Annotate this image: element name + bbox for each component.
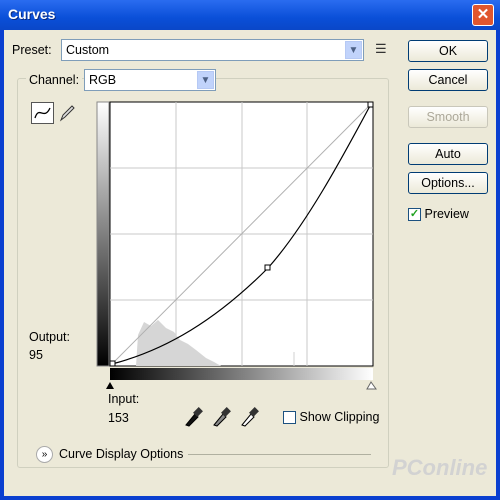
curve-icon	[34, 107, 51, 119]
preset-label: Preset:	[12, 43, 52, 57]
chevron-down-icon: ▼	[197, 71, 214, 89]
window-title: Curves	[8, 6, 56, 22]
auto-button[interactable]: Auto	[408, 143, 488, 165]
preview-checkbox[interactable]: ✓ Preview	[408, 207, 469, 222]
preset-value: Custom	[66, 43, 110, 57]
ok-button[interactable]: OK	[408, 40, 488, 62]
expand-chevron-icon[interactable]: »	[36, 446, 53, 463]
channel-value: RGB	[89, 73, 117, 87]
close-button[interactable]: ✕	[472, 4, 494, 26]
chevron-down-icon: ▼	[345, 41, 362, 59]
output-label: Output:	[29, 330, 70, 344]
black-point-slider[interactable]	[106, 382, 114, 389]
options-button[interactable]: Options...	[408, 172, 488, 194]
divider	[188, 454, 371, 455]
preset-menu-icon[interactable]: ☰	[375, 41, 387, 57]
pencil-icon[interactable]	[58, 103, 76, 123]
white-eyedropper-icon[interactable]	[241, 407, 259, 427]
input-label: Input:	[108, 392, 140, 406]
curve-point-white[interactable]	[367, 101, 374, 108]
output-value[interactable]: 95	[29, 348, 43, 362]
watermark-logo: PConline	[392, 455, 488, 480]
curves-graph[interactable]	[96, 100, 378, 392]
channel-label: Channel:	[26, 73, 83, 87]
curve-display-options-label[interactable]: Curve Display Options	[59, 447, 183, 461]
black-eyedropper-icon[interactable]	[185, 407, 203, 427]
curve-point-black[interactable]	[109, 360, 116, 367]
show-clipping-checkbox[interactable]: Show Clipping	[283, 410, 380, 425]
white-point-slider[interactable]	[366, 381, 377, 390]
preset-select[interactable]: Custom ▼	[61, 39, 364, 61]
gray-eyedropper-icon[interactable]	[213, 407, 231, 427]
smooth-button[interactable]: Smooth	[408, 106, 488, 128]
channel-select[interactable]: RGB ▼	[84, 69, 216, 91]
input-gradient-bar	[110, 368, 373, 380]
input-value[interactable]: 153	[108, 411, 129, 425]
preview-label: Preview	[424, 207, 469, 221]
curve-tool-button[interactable]	[31, 102, 54, 124]
title-bar: Curves ✕	[0, 0, 500, 30]
cancel-button[interactable]: Cancel	[408, 69, 488, 91]
eyedroppers	[185, 407, 259, 427]
show-clipping-label: Show Clipping	[299, 410, 380, 424]
curve-point-selected[interactable]	[264, 264, 271, 271]
output-gradient-bar	[96, 101, 110, 367]
